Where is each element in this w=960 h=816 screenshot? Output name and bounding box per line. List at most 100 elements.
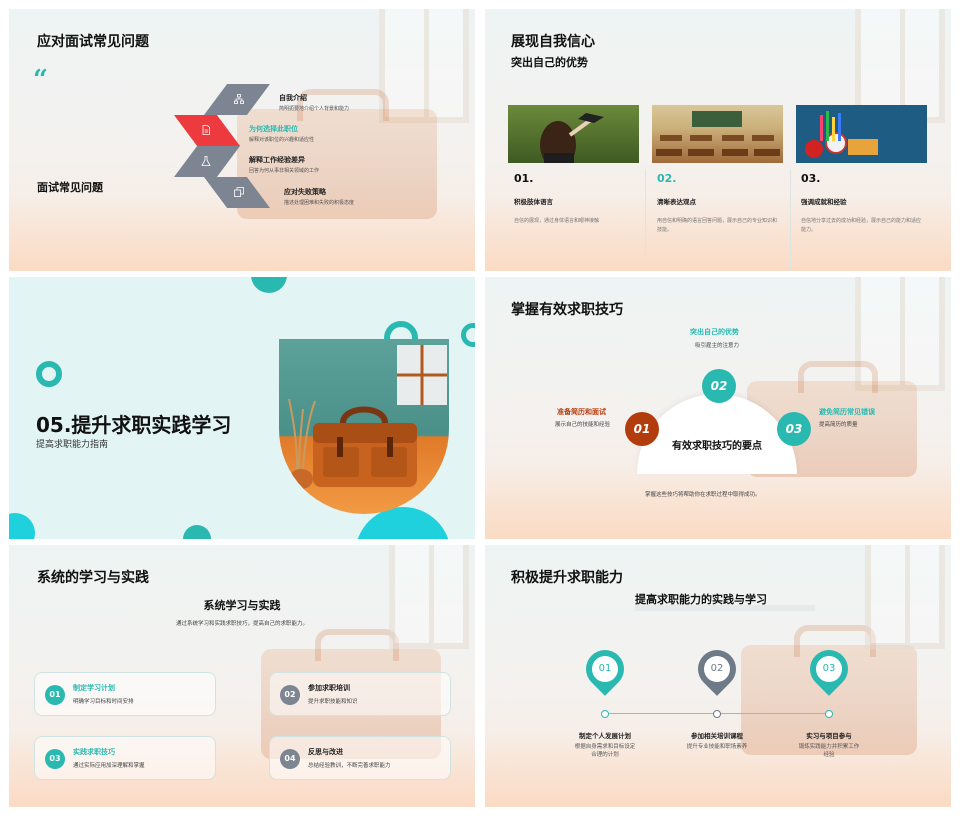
- bg-floor: [485, 469, 951, 539]
- card-heading: 强调成就和经验: [801, 198, 847, 206]
- tip-bubble-03: 03: [777, 412, 811, 446]
- item-desc: 解释对该职位的兴趣和适应性: [249, 137, 315, 143]
- slide-title: 展现自我信心: [511, 34, 595, 50]
- item-title: 应对失败策略: [284, 188, 326, 196]
- school-supplies-photo: [796, 105, 927, 163]
- item-failure-strategy: 应对失败策略 描述处理困难和失败的积极态度: [284, 187, 354, 206]
- section-subtitle: 提高求职能力指南: [36, 440, 109, 450]
- section-title: 05.提升求职实践学习: [36, 413, 232, 437]
- slide-desc: 通过系统学习和实践求职技巧，提高自己的求职能力。: [175, 621, 308, 627]
- card-heading: 清晰表达观点: [657, 198, 696, 206]
- center-label: 有效求职技巧的要点: [672, 441, 762, 452]
- slide-title: 掌握有效求职技巧: [511, 302, 623, 318]
- slide-improve-ability[interactable]: 积极提升求职能力 提高求职能力的实践与学习 01 02 03 制定个人发展计划 …: [485, 545, 951, 807]
- step-desc: 明确学习目标和时间安排: [73, 699, 134, 705]
- item-title: 为何选择此职位: [249, 125, 298, 133]
- tip-desc: 吸引雇主的注意力: [695, 343, 740, 349]
- bg-floor: [9, 201, 475, 271]
- card-heading: 积极肢体语言: [514, 198, 553, 206]
- step-title: 参加相关培训课程: [691, 732, 743, 740]
- flask-icon: [201, 156, 211, 166]
- card-desc: 自信的展现，通过身体语言和眼神接触: [514, 218, 600, 224]
- step-card-01[interactable]: 01 制定学习计划 明确学习目标和时间安排: [34, 672, 216, 716]
- item-why-position: 为何选择此职位 解释对该职位的兴趣和适应性: [249, 124, 314, 143]
- tip-bubble-01: 01: [625, 412, 659, 446]
- step-card-02[interactable]: 02 参加求职培训 提升求职技能和知识: [269, 672, 451, 716]
- graduate-photo: [508, 105, 639, 169]
- document-icon: [201, 125, 211, 135]
- briefcase-image: [279, 339, 449, 514]
- divider: [645, 169, 646, 269]
- step-desc: 提升求职技能和知识: [308, 699, 358, 705]
- card-number: 01.: [514, 172, 534, 185]
- copy-icon: [234, 187, 244, 197]
- deco-ring: [461, 323, 475, 347]
- org-chart-icon: [234, 94, 244, 104]
- step-number: 04: [280, 749, 300, 769]
- step-title: 实习与项目参与: [806, 732, 852, 740]
- map-pin-02: 02: [690, 642, 744, 698]
- card-desc: 用自信和明确的语言回答问题，展示自己的专业知识和技能。: [657, 218, 778, 233]
- step-title: 制定个人发展计划: [579, 732, 631, 740]
- deco-ring: [36, 361, 62, 387]
- tip-title: 准备简历和面试: [557, 408, 606, 416]
- footer-note: 掌握这些技巧将帮助你在求职过程中取得成功。: [645, 492, 761, 498]
- step-title: 实践求职技巧: [73, 748, 115, 756]
- deco-circle: [9, 513, 35, 539]
- step-number: 03: [45, 749, 65, 769]
- item-self-intro: 自我介绍 简明扼要地介绍个人背景和能力: [279, 93, 349, 112]
- item-experience-gap: 解释工作经验差异 回答为何从事非相关领域的工作: [249, 155, 319, 174]
- item-title: 解释工作经验差异: [249, 156, 305, 164]
- step-desc: 根据自身需求和目标设定合理的计划: [574, 744, 636, 758]
- card-desc: 自信地分享过去的成功和经验，展示自己的能力和适应能力。: [801, 218, 922, 233]
- slide-show-confidence[interactable]: 展现自我信心 突出自己的优势 01. 02. 03. 积极肢体语言 清晰表达观点…: [485, 9, 951, 271]
- timeline-dot: [825, 710, 833, 718]
- step-desc: 总结经验教训，不断完善求职能力: [308, 763, 391, 769]
- bg-window: [865, 545, 945, 649]
- map-pin-03: 03: [802, 642, 856, 698]
- step-desc: 通过实际应用加深理解和掌握: [73, 763, 145, 769]
- tip-title: 避免简历常见错误: [819, 408, 875, 416]
- slide-section-05[interactable]: 05.提升求职实践学习 提高求职能力指南: [9, 277, 475, 539]
- pin-number: 01: [592, 656, 618, 682]
- timeline-dot: [713, 710, 721, 718]
- step-desc: 锻炼实践能力并积累工作经验: [798, 744, 860, 758]
- step-number: 02: [280, 685, 300, 705]
- item-desc: 描述处理困难和失败的积极态度: [284, 200, 355, 206]
- slide-subtitle: 系统学习与实践: [203, 599, 281, 612]
- classroom-photo: [652, 105, 783, 163]
- step-title: 制定学习计划: [73, 684, 115, 692]
- step-desc: 提升专业技能和职场素养: [686, 744, 748, 750]
- slide-interview-questions[interactable]: 应对面试常见问题 “ 面试常见问题 自我介绍 简明扼要地介绍个人背景和能力 为何…: [9, 9, 475, 271]
- slide-title: 积极提升求职能力: [511, 570, 623, 586]
- timeline-dot: [601, 710, 609, 718]
- slide-title: 应对面试常见问题: [37, 34, 149, 50]
- card-number: 02.: [657, 172, 677, 185]
- step-title: 参加求职培训: [308, 684, 350, 692]
- step-title: 反思与改进: [308, 748, 343, 756]
- pin-number: 03: [816, 656, 842, 682]
- tip-bubble-02: 02: [702, 369, 736, 403]
- slide-grid: 应对面试常见问题 “ 面试常见问题 自我介绍 简明扼要地介绍个人背景和能力 为何…: [0, 0, 960, 816]
- tip-desc: 提高简历的质量: [819, 422, 858, 428]
- quote-icon: “: [33, 65, 48, 95]
- side-label: 面试常见问题: [37, 181, 103, 194]
- step-card-03[interactable]: 03 实践求职技巧 通过实际应用加深理解和掌握: [34, 736, 216, 780]
- item-title: 自我介绍: [279, 94, 307, 102]
- slide-systematic-learning[interactable]: 系统的学习与实践 系统学习与实践 通过系统学习和实践求职技巧，提高自己的求职能力…: [9, 545, 475, 807]
- step-card-04[interactable]: 04 反思与改进 总结经验教训，不断完善求职能力: [269, 736, 451, 780]
- item-desc: 回答为何从事非相关领域的工作: [249, 168, 320, 174]
- pin-number: 02: [704, 656, 730, 682]
- tip-title: 突出自己的优势: [690, 328, 739, 336]
- deco-circle: [251, 277, 287, 293]
- deco-circle: [183, 525, 211, 539]
- divider: [790, 169, 791, 269]
- slide-job-search-tips[interactable]: 掌握有效求职技巧 有效求职技巧的要点 01 02 03 准备简历和面试 展示自己…: [485, 277, 951, 539]
- step-number: 01: [45, 685, 65, 705]
- bg-window: [379, 9, 469, 123]
- item-desc: 简明扼要地介绍个人背景和能力: [279, 106, 350, 112]
- tip-desc: 展示自己的技能和经验: [555, 422, 611, 428]
- slide-title: 系统的学习与实践: [37, 570, 149, 586]
- subtitle-underline: [635, 605, 815, 611]
- bg-floor: [485, 201, 951, 271]
